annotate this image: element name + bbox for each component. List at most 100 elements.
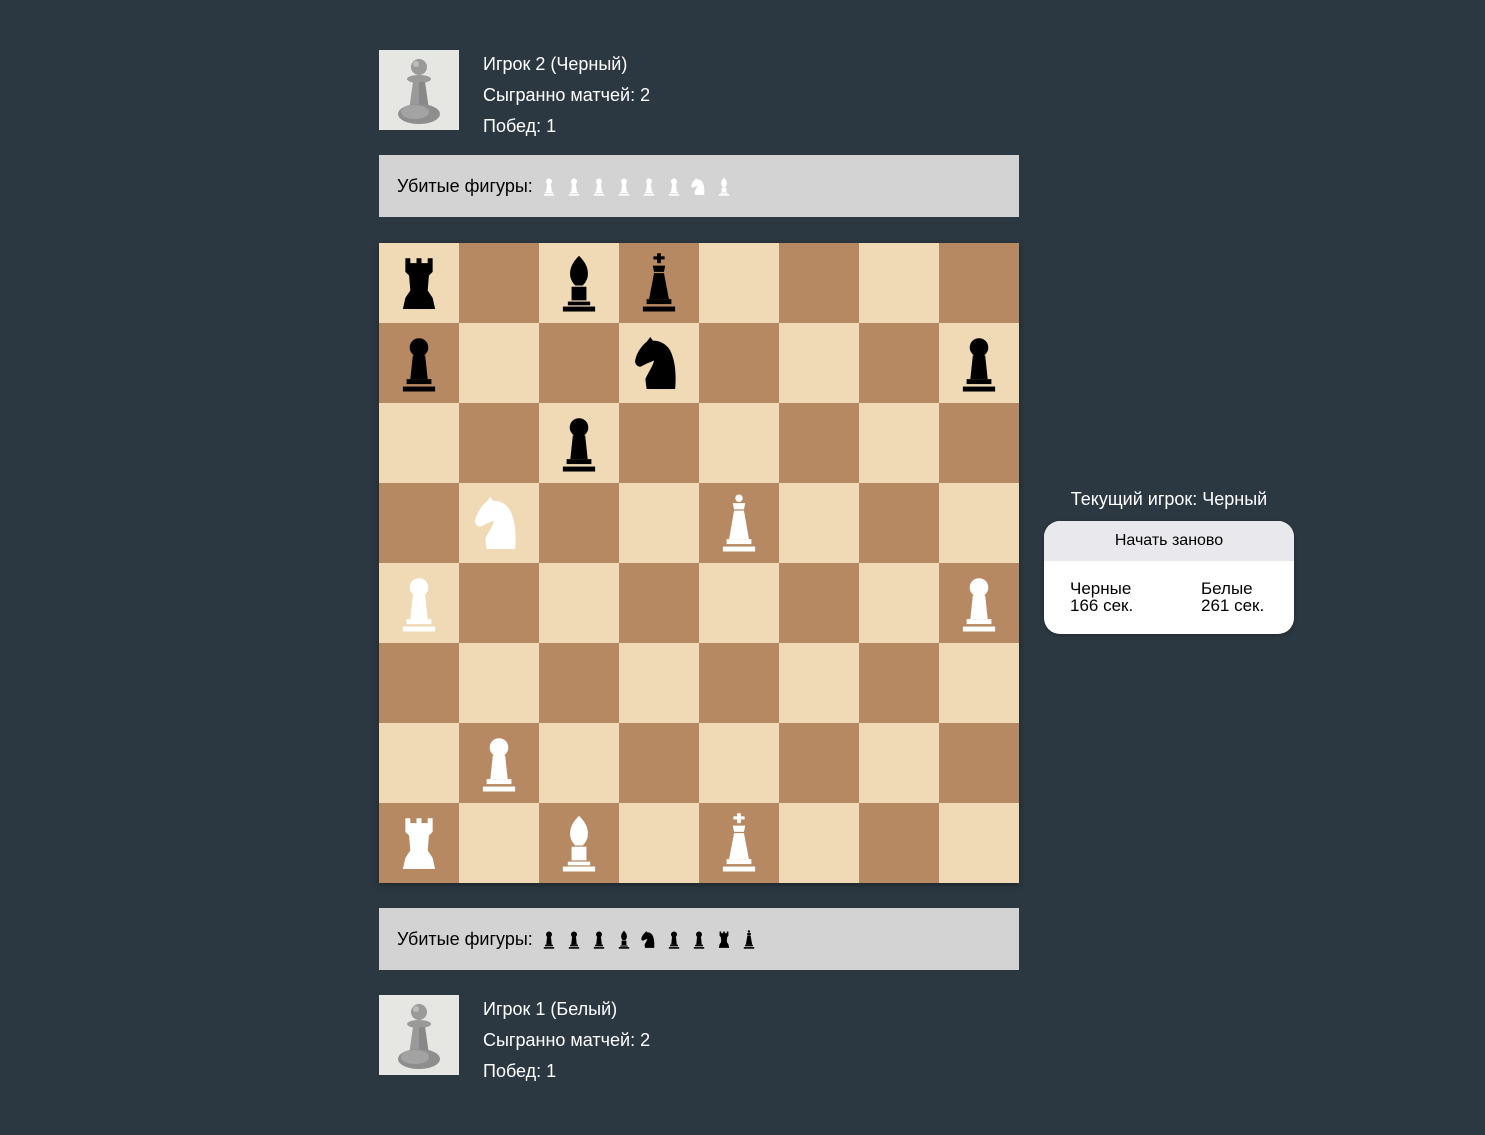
board-square[interactable]	[779, 803, 859, 883]
board-square[interactable]	[699, 323, 779, 403]
white-pawn-icon[interactable]	[388, 572, 450, 634]
captured-label: Убитые фигуры:	[397, 928, 533, 949]
board-square[interactable]	[619, 243, 699, 323]
white-pawn-icon[interactable]	[468, 732, 530, 794]
board-square[interactable]	[699, 643, 779, 723]
white-pawn-icon[interactable]	[948, 572, 1010, 634]
board-square[interactable]	[939, 323, 1019, 403]
black-rook-icon[interactable]	[388, 252, 450, 314]
board-square[interactable]	[539, 563, 619, 643]
board-square[interactable]	[779, 563, 859, 643]
board-square[interactable]	[459, 323, 539, 403]
board-square[interactable]	[939, 243, 1019, 323]
captured-white-pawn-icon	[662, 173, 687, 199]
board-square[interactable]	[699, 563, 779, 643]
current-player-label: Текущий игрок: Черный	[1070, 489, 1268, 509]
board-square[interactable]	[699, 403, 779, 483]
board-square[interactable]	[699, 803, 779, 883]
board-square[interactable]	[619, 643, 699, 723]
board-square[interactable]	[379, 803, 459, 883]
board-square[interactable]	[859, 643, 939, 723]
board-square[interactable]	[459, 723, 539, 803]
board-square[interactable]	[699, 243, 779, 323]
black-pawn-icon[interactable]	[548, 412, 610, 474]
board-square[interactable]	[939, 723, 1019, 803]
white-king-icon[interactable]	[708, 812, 770, 874]
board-square[interactable]	[779, 483, 859, 563]
board-square[interactable]	[779, 643, 859, 723]
chess-board[interactable]	[379, 243, 1019, 883]
board-square[interactable]	[779, 323, 859, 403]
restart-button[interactable]: Начать заново	[1044, 521, 1294, 561]
board-square[interactable]	[859, 723, 939, 803]
board-square[interactable]	[859, 803, 939, 883]
board-square[interactable]	[779, 403, 859, 483]
board-square[interactable]	[379, 643, 459, 723]
board-square[interactable]	[379, 483, 459, 563]
board-square[interactable]	[459, 483, 539, 563]
board-square[interactable]	[539, 803, 619, 883]
board-square[interactable]	[459, 243, 539, 323]
board-square[interactable]	[619, 563, 699, 643]
board-square[interactable]	[859, 323, 939, 403]
board-square[interactable]	[939, 643, 1019, 723]
board-square[interactable]	[859, 403, 939, 483]
board-square[interactable]	[459, 563, 539, 643]
player-matches: Сыгранно матчей: 2	[483, 1030, 651, 1050]
board-square[interactable]	[859, 563, 939, 643]
captured-black-pawn-icon	[587, 926, 612, 952]
captured-list	[537, 926, 762, 952]
captured-white-pawn-icon	[587, 173, 612, 199]
board-square[interactable]	[379, 723, 459, 803]
board-square[interactable]	[779, 243, 859, 323]
captured-white-pawn-icon	[537, 173, 562, 199]
black-timer-label: Черные	[1070, 579, 1132, 598]
player-matches: Сыгранно матчей: 2	[483, 85, 651, 105]
board-square[interactable]	[459, 403, 539, 483]
board-square[interactable]	[939, 803, 1019, 883]
board-square[interactable]	[379, 563, 459, 643]
captured-black-pawn-icon	[687, 926, 712, 952]
board-square[interactable]	[699, 483, 779, 563]
board-square[interactable]	[939, 403, 1019, 483]
board-square[interactable]	[379, 323, 459, 403]
white-queen-icon[interactable]	[708, 492, 770, 554]
board-square[interactable]	[619, 403, 699, 483]
board-square[interactable]	[939, 563, 1019, 643]
board-square[interactable]	[619, 323, 699, 403]
board-square[interactable]	[859, 243, 939, 323]
pawn-avatar-icon	[379, 50, 459, 130]
board-square[interactable]	[539, 483, 619, 563]
black-king-icon[interactable]	[628, 252, 690, 314]
white-timer-value: 261 сек.	[1201, 596, 1265, 615]
board-square[interactable]	[699, 723, 779, 803]
black-timer: Черные 166 сек.	[1070, 580, 1133, 614]
player-name: Игрок 2 (Черный)	[483, 54, 628, 74]
board-square[interactable]	[379, 403, 459, 483]
board-square[interactable]	[539, 323, 619, 403]
black-pawn-icon[interactable]	[388, 332, 450, 394]
board-square[interactable]	[619, 483, 699, 563]
board-square[interactable]	[779, 723, 859, 803]
black-pawn-icon[interactable]	[948, 332, 1010, 394]
black-knight-icon[interactable]	[628, 332, 690, 394]
board-square[interactable]	[539, 243, 619, 323]
board-square[interactable]	[619, 803, 699, 883]
board-square[interactable]	[459, 803, 539, 883]
board-square[interactable]	[619, 723, 699, 803]
white-bishop-icon[interactable]	[548, 812, 610, 874]
black-bishop-icon[interactable]	[548, 252, 610, 314]
white-knight-icon[interactable]	[468, 492, 530, 554]
captured-pieces-bottom: Убитые фигуры:	[379, 908, 1019, 970]
board-square[interactable]	[859, 483, 939, 563]
player-info: Игрок 2 (Черный) Сыгранно матчей: 2 Побе…	[483, 49, 650, 142]
board-square[interactable]	[459, 643, 539, 723]
board-square[interactable]	[379, 243, 459, 323]
captured-white-pawn-icon	[637, 173, 662, 199]
player-top: Игрок 2 (Черный) Сыгранно матчей: 2 Побе…	[379, 50, 1019, 136]
board-square[interactable]	[539, 643, 619, 723]
white-rook-icon[interactable]	[388, 812, 450, 874]
board-square[interactable]	[539, 723, 619, 803]
board-square[interactable]	[939, 483, 1019, 563]
board-square[interactable]	[539, 403, 619, 483]
